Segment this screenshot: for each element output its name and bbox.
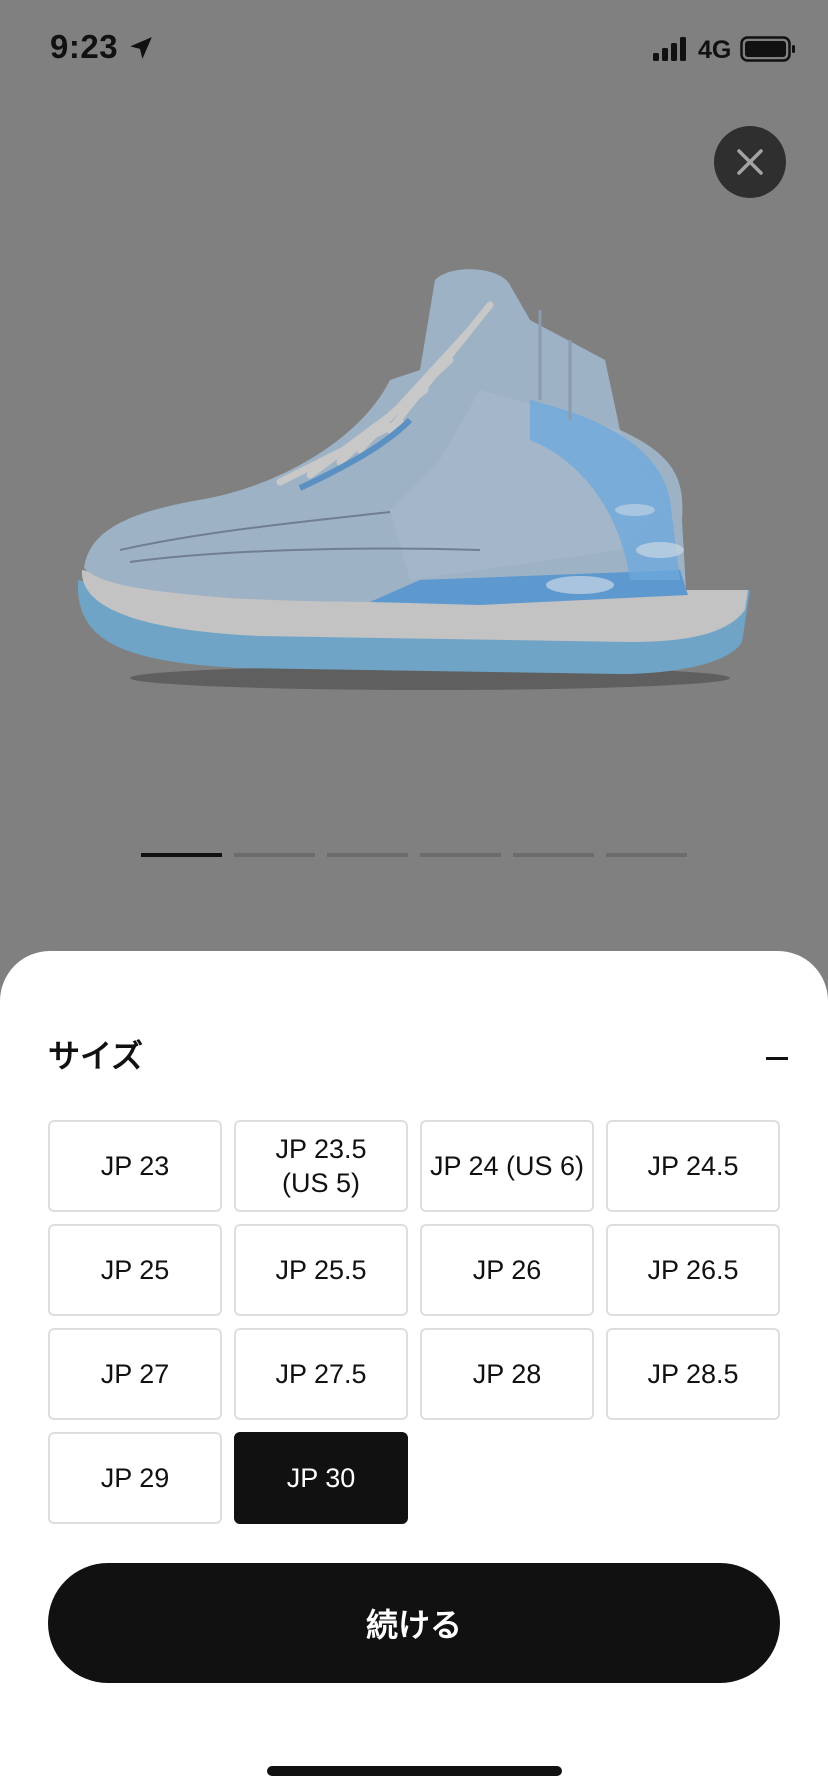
pager-indicator[interactable] — [234, 853, 315, 857]
pager-indicator[interactable] — [606, 853, 687, 857]
pager-indicator[interactable] — [513, 853, 594, 857]
location-arrow-icon — [130, 37, 152, 59]
size-option[interactable]: JP 28 — [420, 1328, 594, 1420]
size-option-label: JP 23.5 (US 5) — [275, 1134, 367, 1198]
close-button[interactable] — [714, 126, 786, 198]
size-option-label: JP 26.5 — [647, 1255, 739, 1285]
size-option[interactable]: JP 24.5 — [606, 1120, 780, 1212]
size-option[interactable]: JP 29 — [48, 1432, 222, 1524]
size-option-label: JP 25 — [100, 1255, 170, 1285]
network-type: 4G — [698, 36, 732, 64]
sneaker-image — [77, 269, 751, 690]
battery-icon — [740, 36, 795, 62]
size-option[interactable]: JP 26 — [420, 1224, 594, 1316]
size-option[interactable]: JP 23.5 (US 5) — [234, 1120, 408, 1212]
cellular-signal-icon — [653, 37, 686, 61]
close-icon — [737, 149, 763, 175]
size-option[interactable]: JP 25 — [48, 1224, 222, 1316]
size-option[interactable]: JP 23 — [48, 1120, 222, 1212]
size-option-label: JP 24.5 — [647, 1151, 739, 1181]
status-time: 9:23 — [50, 28, 119, 65]
image-pager — [141, 853, 687, 857]
size-option-label: JP 27 — [100, 1359, 170, 1389]
status-bar: 9:23 4G — [0, 0, 828, 100]
size-option-label: JP 26 — [472, 1255, 542, 1285]
size-option[interactable]: JP 26.5 — [606, 1224, 780, 1316]
size-option-label: JP 23 — [100, 1151, 170, 1181]
pager-indicator[interactable] — [327, 853, 408, 857]
pager-indicator[interactable] — [141, 853, 222, 857]
size-option-label: JP 25.5 — [275, 1255, 367, 1285]
pager-indicator[interactable] — [420, 853, 501, 857]
size-option[interactable]: JP 25.5 — [234, 1224, 408, 1316]
minus-icon — [766, 1057, 788, 1060]
size-option-label: JP 27.5 — [275, 1359, 367, 1389]
size-section-title: サイズ — [48, 1038, 144, 1074]
size-option-label: JP 28.5 — [647, 1359, 739, 1389]
size-option-label: JP 28 — [472, 1359, 542, 1389]
collapse-button[interactable] — [754, 1041, 790, 1077]
size-option-label: JP 30 — [286, 1463, 356, 1493]
continue-button[interactable]: 続ける — [48, 1563, 780, 1683]
home-indicator — [267, 1766, 562, 1776]
size-grid: JP 23 JP 23.5 (US 5) JP 24 (US 6) JP 24.5 JP… — [48, 1120, 780, 1524]
size-selection-sheet: サイズ JP 23 JP 23.5 (US 5) JP 24 (US 6) JP 24… — [0, 951, 828, 1792]
size-option[interactable]: JP 24 (US 6) — [420, 1120, 594, 1212]
size-option[interactable]: JP 28.5 — [606, 1328, 780, 1420]
size-option[interactable]: JP 27.5 — [234, 1328, 408, 1420]
size-option[interactable]: JP 27 — [48, 1328, 222, 1420]
size-option[interactable]: JP 30 — [234, 1432, 408, 1524]
size-option-label: JP 29 — [100, 1463, 170, 1493]
size-option-label: JP 24 (US 6) — [429, 1151, 585, 1181]
